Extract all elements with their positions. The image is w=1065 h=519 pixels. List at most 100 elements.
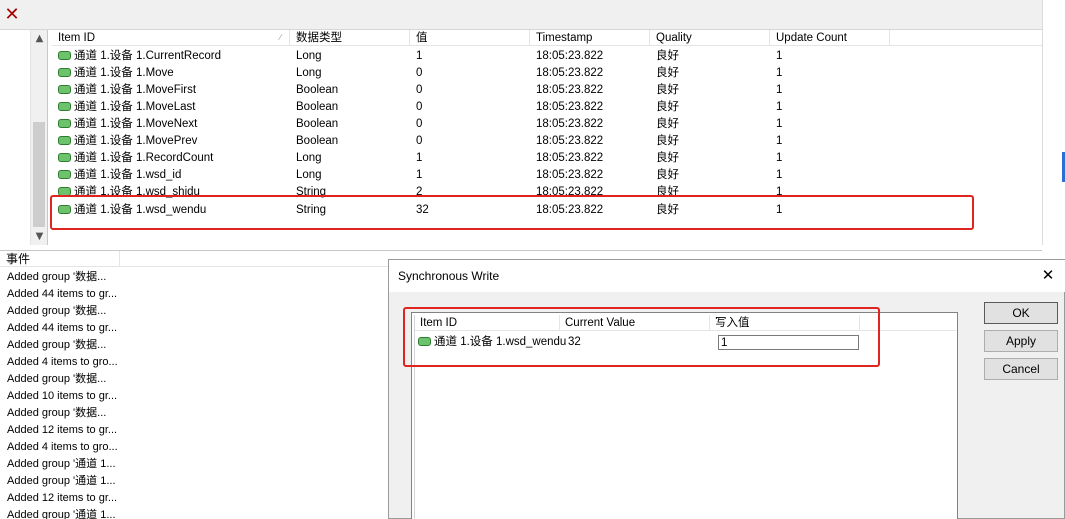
list-item[interactable]: Added 44 items to gr... bbox=[7, 320, 122, 337]
column-header-data-type[interactable]: 数据类型 bbox=[290, 30, 410, 46]
apply-button[interactable]: Apply bbox=[984, 330, 1058, 352]
data-type-cell: Boolean bbox=[296, 135, 339, 147]
item-id: 通道 1.设备 1.CurrentRecord bbox=[74, 50, 221, 62]
value-cell: 0 bbox=[416, 135, 423, 147]
list-item[interactable]: Added 4 items to gro... bbox=[7, 354, 122, 371]
sort-icon: ⁄ bbox=[279, 33, 281, 42]
item-id: 通道 1.设备 1.MoveFirst bbox=[74, 84, 197, 96]
right-edge-panel bbox=[1042, 0, 1065, 245]
value-cell: 1 bbox=[416, 50, 423, 62]
value-cell: 0 bbox=[416, 118, 423, 130]
table-row[interactable]: 通道 1.设备 1.MoveLast Boolean 0 18:05:23.82… bbox=[52, 99, 1042, 116]
list-item[interactable]: Added group '通道 1... bbox=[7, 473, 122, 490]
table-row[interactable]: 通道 1.设备 1.MoveFirst Boolean 0 18:05:23.8… bbox=[52, 82, 1042, 99]
data-type-cell: Boolean bbox=[296, 118, 339, 130]
vertical-scrollbar[interactable]: ▲ ▼ bbox=[30, 30, 47, 245]
list-item[interactable]: Added group '数据... bbox=[7, 337, 122, 354]
value-cell: 1 bbox=[416, 152, 423, 164]
column-header-item-id[interactable]: Item ID ⁄ bbox=[52, 30, 290, 46]
item-id-cell: 通道 1.设备 1.wsd_id bbox=[52, 167, 290, 184]
table-row[interactable]: 通道 1.设备 1.wsd_id Long 1 18:05:23.822 良好 … bbox=[52, 167, 1042, 184]
ok-button[interactable]: OK bbox=[984, 302, 1058, 324]
synchronous-write-dialog: Synchronous Write ✕ Item ID Current Valu… bbox=[388, 259, 1065, 519]
list-item[interactable]: Added group '通道 1... bbox=[7, 456, 122, 473]
quality-cell: 良好 bbox=[656, 135, 679, 147]
update-count-cell: 1 bbox=[776, 135, 783, 147]
value-cell: 1 bbox=[416, 169, 423, 181]
list-item[interactable]: Added group '数据... bbox=[7, 303, 122, 320]
dialog-title-bar: Synchronous Write ✕ bbox=[389, 260, 1065, 292]
item-id-cell: 通道 1.设备 1.MoveFirst bbox=[52, 82, 290, 99]
update-count-cell: 1 bbox=[776, 50, 783, 62]
tag-icon bbox=[58, 102, 71, 111]
update-count-cell: 1 bbox=[776, 101, 783, 113]
quality-cell: 良好 bbox=[656, 118, 679, 130]
list-item[interactable]: Added 12 items to gr... bbox=[7, 490, 122, 507]
update-count-cell: 1 bbox=[776, 67, 783, 79]
quality-cell: 良好 bbox=[656, 169, 679, 181]
value-cell: 0 bbox=[416, 67, 423, 79]
update-count-cell: 1 bbox=[776, 118, 783, 130]
list-item[interactable]: Added 44 items to gr... bbox=[7, 286, 122, 303]
list-item[interactable]: Added group '数据... bbox=[7, 269, 122, 286]
item-id: 通道 1.设备 1.Move bbox=[74, 67, 174, 79]
highlight-box bbox=[50, 195, 974, 230]
list-item[interactable]: Added 10 items to gr... bbox=[7, 388, 122, 405]
tag-icon bbox=[58, 153, 71, 162]
remove-icon[interactable]: ✕ bbox=[3, 6, 21, 24]
timestamp-cell: 18:05:23.822 bbox=[536, 84, 604, 96]
data-type-cell: Boolean bbox=[296, 101, 339, 113]
column-header-timestamp[interactable]: Timestamp bbox=[530, 30, 650, 46]
timestamp-cell: 18:05:23.822 bbox=[536, 118, 604, 130]
tag-icon bbox=[58, 85, 71, 94]
column-header-event[interactable]: 事件 bbox=[0, 251, 120, 267]
list-item[interactable]: Added 4 items to gro... bbox=[7, 439, 122, 456]
quality-cell: 良好 bbox=[656, 101, 679, 113]
item-id: 通道 1.设备 1.wsd_id bbox=[74, 169, 182, 181]
update-count-cell: 1 bbox=[776, 169, 783, 181]
column-header-update-count[interactable]: Update Count bbox=[770, 30, 890, 46]
update-count-cell: 1 bbox=[776, 84, 783, 96]
list-item[interactable]: Added group '数据... bbox=[7, 371, 122, 388]
value-cell: 0 bbox=[416, 101, 423, 113]
dialog-title: Synchronous Write bbox=[398, 269, 500, 283]
list-item[interactable]: Added group '数据... bbox=[7, 405, 122, 422]
item-id-cell: 通道 1.设备 1.MovePrev bbox=[52, 133, 290, 150]
tag-icon bbox=[58, 136, 71, 145]
list-item[interactable]: Added group '通道 1... bbox=[7, 507, 122, 519]
timestamp-cell: 18:05:23.822 bbox=[536, 135, 604, 147]
timestamp-cell: 18:05:23.822 bbox=[536, 169, 604, 181]
data-type-cell: Long bbox=[296, 67, 322, 79]
value-cell: 0 bbox=[416, 84, 423, 96]
tag-icon bbox=[58, 170, 71, 179]
table-row[interactable]: 通道 1.设备 1.MoveNext Boolean 0 18:05:23.82… bbox=[52, 116, 1042, 133]
item-id: 通道 1.设备 1.RecordCount bbox=[74, 152, 214, 164]
table-row[interactable]: 通道 1.设备 1.Move Long 0 18:05:23.822 良好 1 bbox=[52, 65, 1042, 82]
quality-cell: 良好 bbox=[656, 152, 679, 164]
table-row[interactable]: 通道 1.设备 1.CurrentRecord Long 1 18:05:23.… bbox=[52, 48, 1042, 65]
close-icon[interactable]: ✕ bbox=[1040, 267, 1056, 283]
item-id: 通道 1.设备 1.MoveLast bbox=[74, 101, 196, 113]
quality-cell: 良好 bbox=[656, 67, 679, 79]
timestamp-cell: 18:05:23.822 bbox=[536, 152, 604, 164]
list-item[interactable]: Added 12 items to gr... bbox=[7, 422, 122, 439]
item-id-cell: 通道 1.设备 1.MoveNext bbox=[52, 116, 290, 133]
tag-icon bbox=[58, 51, 71, 60]
column-header-quality[interactable]: Quality bbox=[650, 30, 770, 46]
table-row[interactable]: 通道 1.设备 1.RecordCount Long 1 18:05:23.82… bbox=[52, 150, 1042, 167]
column-header-value[interactable]: 值 bbox=[410, 30, 530, 46]
scroll-down-icon[interactable]: ▼ bbox=[31, 228, 48, 245]
table-row[interactable]: 通道 1.设备 1.MovePrev Boolean 0 18:05:23.82… bbox=[52, 133, 1042, 150]
data-type-cell: Long bbox=[296, 152, 322, 164]
timestamp-cell: 18:05:23.822 bbox=[536, 50, 604, 62]
scroll-up-icon[interactable]: ▲ bbox=[31, 30, 48, 47]
timestamp-cell: 18:05:23.822 bbox=[536, 67, 604, 79]
data-type-cell: Boolean bbox=[296, 84, 339, 96]
items-list-header: Item ID ⁄ 数据类型 值 Timestamp Quality Update… bbox=[52, 30, 1042, 46]
quality-cell: 良好 bbox=[656, 84, 679, 96]
item-id: 通道 1.设备 1.MovePrev bbox=[74, 135, 198, 147]
scrollbar-thumb[interactable] bbox=[33, 122, 45, 227]
cancel-button[interactable]: Cancel bbox=[984, 358, 1058, 380]
tag-icon bbox=[58, 119, 71, 128]
item-id-cell: 通道 1.设备 1.MoveLast bbox=[52, 99, 290, 116]
